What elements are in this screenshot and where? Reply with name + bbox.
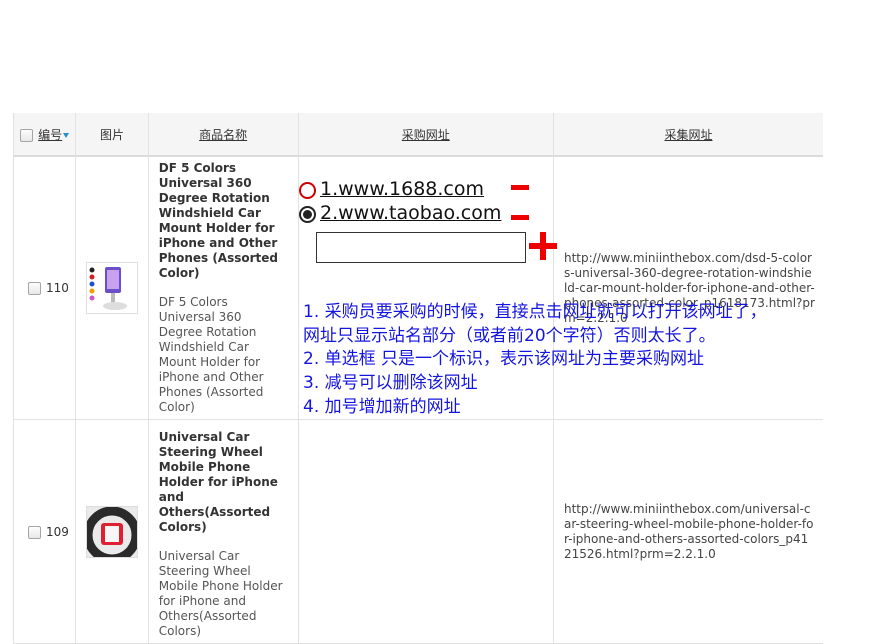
row-id: 109: [46, 524, 69, 539]
row-purchase-url-cell: [297, 419, 554, 644]
product-description: Universal Car Steering Wheel Mobile Phon…: [158, 549, 283, 638]
select-all-checkbox[interactable]: [20, 128, 34, 142]
product-thumbnail[interactable]: [86, 505, 139, 558]
header-id: 编号: [12, 113, 77, 157]
purchase-url-link-1688[interactable]: 1.www.1688.com: [320, 178, 484, 200]
note-line-4: 3. 减号可以删除该网址: [303, 373, 478, 393]
row-image-cell: [75, 155, 149, 420]
product-title[interactable]: Universal Car Steering Wheel Mobile Phon…: [159, 430, 288, 535]
row-name-cell: Universal Car Steering Wheel Mobile Phon…: [147, 419, 299, 644]
new-url-input[interactable]: [316, 232, 526, 263]
header-collect-url: 采集网址: [552, 113, 823, 157]
row-checkbox[interactable]: [28, 525, 41, 539]
sort-by-purchase-url-link[interactable]: 采购网址: [402, 128, 450, 142]
header-image: 图片: [75, 113, 149, 157]
purchase-url-link-taobao[interactable]: 2.www.taobao.com: [320, 202, 501, 224]
sort-desc-icon[interactable]: [63, 132, 70, 138]
table-header-row: 编号 图片 商品名称 采购网址 采集网址: [12, 113, 823, 157]
note-line-5: 4. 加号增加新的网址: [303, 397, 461, 417]
primary-url-radio-1688[interactable]: [299, 182, 316, 199]
sort-by-name-link[interactable]: 商品名称: [199, 128, 247, 142]
note-line-3: 2. 单选框 只是一个标识，表示该网址为主要采购网址: [303, 349, 705, 369]
row-name-cell: DF 5 Colors Universal 360 Degree Rotatio…: [147, 155, 299, 420]
row-collect-url[interactable]: http://www.miniinthebox.com/universal-ca…: [552, 419, 823, 644]
remove-url-minus-icon[interactable]: [511, 215, 529, 220]
row-image-cell: [75, 419, 149, 644]
header-name: 商品名称: [147, 113, 299, 157]
product-thumbnail[interactable]: [86, 262, 139, 314]
table-row: 109 Universal Car Steering Wheel Mobile …: [12, 419, 823, 644]
note-line-2: 网址只显示站名部分（或者前20个字符）否则太长了。: [303, 326, 716, 346]
sort-by-collect-url-link[interactable]: 采集网址: [664, 128, 712, 142]
row-id-cell: 110: [12, 155, 77, 420]
product-title[interactable]: DF 5 Colors Universal 360 Degree Rotatio…: [159, 161, 288, 281]
sort-by-id-link[interactable]: 编号: [38, 128, 62, 142]
row-id-cell: 109: [12, 419, 77, 644]
note-line-1: 1. 采购员要采购的时候，直接点击网址就可以打开该网址了，: [303, 302, 767, 322]
remove-url-minus-icon[interactable]: [511, 185, 529, 190]
row-collect-url[interactable]: http://www.miniinthebox.com/dsd-5-colors…: [552, 155, 823, 420]
row-id: 110: [46, 281, 69, 295]
header-purchase-url: 采购网址: [297, 113, 554, 157]
product-description: DF 5 Colors Universal 360 Degree Rotatio…: [158, 295, 264, 414]
primary-url-radio-taobao[interactable]: [299, 206, 316, 223]
row-checkbox[interactable]: [28, 282, 41, 295]
